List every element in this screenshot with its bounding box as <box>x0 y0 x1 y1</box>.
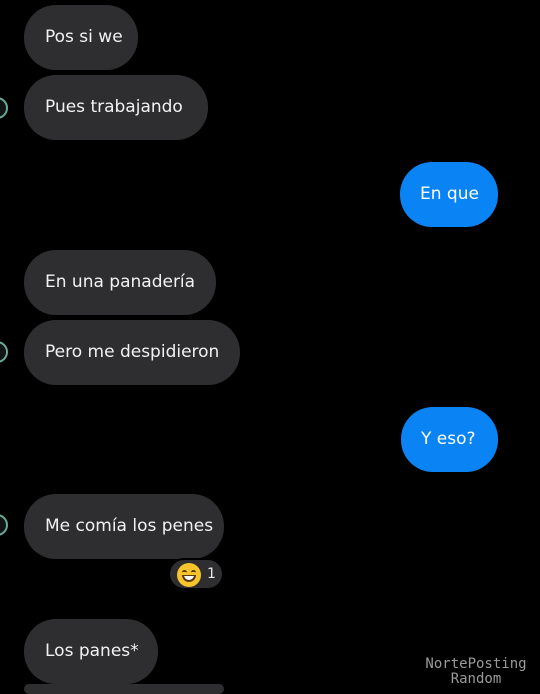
grinning-face-icon <box>177 563 201 587</box>
incoming-message[interactable]: Pero me despidieron <box>24 320 240 385</box>
incoming-message[interactable]: Pos si we <box>24 5 138 70</box>
incoming-message[interactable]: Los panes* <box>24 619 158 684</box>
chat-thread: Pos si we Pues trabajando En que En una … <box>0 0 540 694</box>
incoming-message[interactable]: Me comía los penes <box>24 494 224 559</box>
contact-avatar[interactable] <box>0 514 8 536</box>
outgoing-message[interactable]: Y eso? <box>401 407 498 472</box>
watermark-line: NortePosting <box>425 656 527 672</box>
contact-avatar[interactable] <box>0 97 8 119</box>
contact-avatar[interactable] <box>0 341 8 363</box>
incoming-message[interactable]: Pues trabajando <box>24 75 208 140</box>
watermark-line: Random <box>450 671 502 687</box>
incoming-message[interactable]: En una panadería <box>24 250 216 315</box>
incoming-message-partial <box>24 684 224 694</box>
reaction-badge[interactable]: 1 <box>168 558 224 590</box>
outgoing-message[interactable]: En que <box>400 162 498 227</box>
watermark: NortePosting Random <box>416 657 536 687</box>
reaction-count: 1 <box>207 566 216 582</box>
